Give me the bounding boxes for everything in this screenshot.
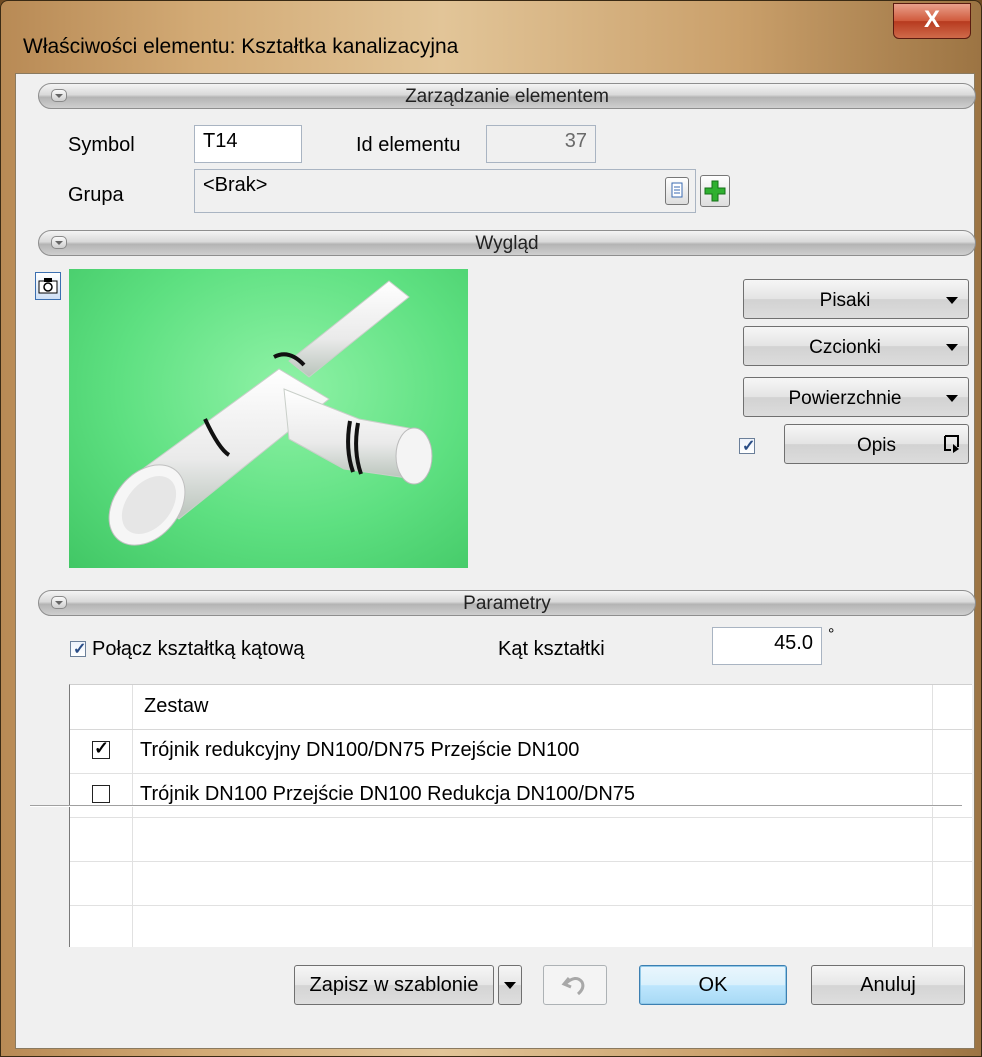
title-bar[interactable]: Właściwości elementu: Kształtka kanaliza… bbox=[1, 1, 981, 73]
group-label: Grupa bbox=[68, 184, 124, 206]
symbol-label: Symbol bbox=[68, 134, 135, 156]
surfaces-label: Powierzchnie bbox=[788, 388, 902, 409]
pens-dropdown[interactable]: Pisaki bbox=[743, 279, 969, 319]
save-template-button[interactable]: Zapisz w szablonie bbox=[294, 965, 494, 1005]
fonts-dropdown[interactable]: Czcionki bbox=[743, 326, 969, 366]
connect-angle-fitting-label: Połącz kształtką kątową bbox=[92, 638, 305, 660]
table-row bbox=[70, 861, 972, 906]
fitting-angle-label: Kąt kształtki bbox=[498, 638, 605, 660]
capture-preview-button[interactable] bbox=[35, 272, 61, 300]
ok-button[interactable]: OK bbox=[639, 965, 787, 1005]
section-parameters-title: Parametry bbox=[463, 593, 551, 614]
undo-button[interactable] bbox=[543, 965, 607, 1005]
document-icon bbox=[671, 182, 683, 198]
section-management-title: Zarządzanie elementem bbox=[405, 86, 609, 107]
properties-dialog: Właściwości elementu: Kształtka kanaliza… bbox=[0, 0, 982, 1057]
check-icon: ✓ bbox=[94, 738, 110, 758]
element-preview-image bbox=[69, 269, 468, 568]
section-management-header[interactable]: Zarządzanie elementem bbox=[38, 83, 976, 109]
window-title: Właściwości elementu: Kształtka kanaliza… bbox=[23, 35, 459, 58]
undo-icon bbox=[561, 977, 585, 996]
table-row bbox=[70, 817, 972, 862]
fonts-label: Czcionki bbox=[809, 337, 881, 358]
element-id-label: Id elementu bbox=[356, 134, 461, 156]
description-button[interactable]: Opis bbox=[784, 424, 969, 464]
pens-label: Pisaki bbox=[819, 290, 871, 311]
open-dialog-icon bbox=[944, 435, 959, 453]
camera-icon bbox=[38, 278, 58, 294]
fitting-angle-input[interactable]: 45.0 bbox=[712, 627, 822, 665]
check-icon: ✓ bbox=[73, 641, 87, 658]
cancel-button[interactable]: Anuluj bbox=[811, 965, 965, 1005]
table-row[interactable]: ✓ Trójnik redukcyjny DN100/DN75 Przejści… bbox=[70, 729, 972, 774]
table-row bbox=[70, 905, 972, 949]
group-details-button[interactable] bbox=[665, 177, 689, 205]
chevron-down-icon bbox=[946, 297, 958, 304]
dialog-body: Zarządzanie elementem Symbol T14 Id elem… bbox=[15, 73, 976, 1049]
table-row[interactable]: Trójnik DN100 Przejście DN100 Redukcja D… bbox=[70, 773, 972, 818]
row-text: Trójnik DN100 Przejście DN100 Redukcja D… bbox=[140, 783, 636, 805]
connect-angle-fitting-checkbox[interactable]: ✓ bbox=[70, 641, 87, 658]
row-text: Trójnik redukcyjny DN100/DN75 Przejście … bbox=[140, 739, 580, 761]
close-icon: X bbox=[923, 6, 940, 33]
symbol-input[interactable]: T14 bbox=[194, 125, 302, 163]
pipe-tee-render bbox=[108, 280, 433, 546]
set-table: Zestaw ✓ Trójnik redukcyjny DN100/DN75 P… bbox=[69, 684, 972, 947]
close-button[interactable]: X bbox=[893, 3, 971, 39]
column-header-set[interactable]: Zestaw bbox=[144, 695, 208, 718]
description-label: Opis bbox=[856, 435, 897, 456]
section-appearance-title: Wygląd bbox=[475, 233, 539, 254]
row-checkbox[interactable] bbox=[92, 785, 110, 803]
add-group-button[interactable] bbox=[700, 175, 730, 207]
footer-divider bbox=[30, 805, 962, 807]
check-icon: ✓ bbox=[742, 438, 756, 455]
chevron-down-icon bbox=[946, 344, 958, 351]
group-select[interactable]: <Brak> bbox=[194, 169, 696, 213]
section-parameters-header[interactable]: Parametry bbox=[38, 590, 976, 616]
plus-icon bbox=[704, 180, 726, 202]
chevron-down-icon bbox=[504, 982, 516, 989]
angle-unit: ° bbox=[828, 626, 835, 643]
section-appearance-header[interactable]: Wygląd bbox=[38, 230, 976, 256]
description-checkbox[interactable]: ✓ bbox=[739, 438, 756, 455]
save-template-menu-button[interactable] bbox=[498, 965, 522, 1005]
chevron-down-icon bbox=[946, 395, 958, 402]
surfaces-dropdown[interactable]: Powierzchnie bbox=[743, 377, 969, 417]
element-id-field: 37 bbox=[486, 125, 596, 163]
table-header: Zestaw bbox=[70, 685, 972, 730]
row-checkbox[interactable]: ✓ bbox=[92, 738, 110, 759]
